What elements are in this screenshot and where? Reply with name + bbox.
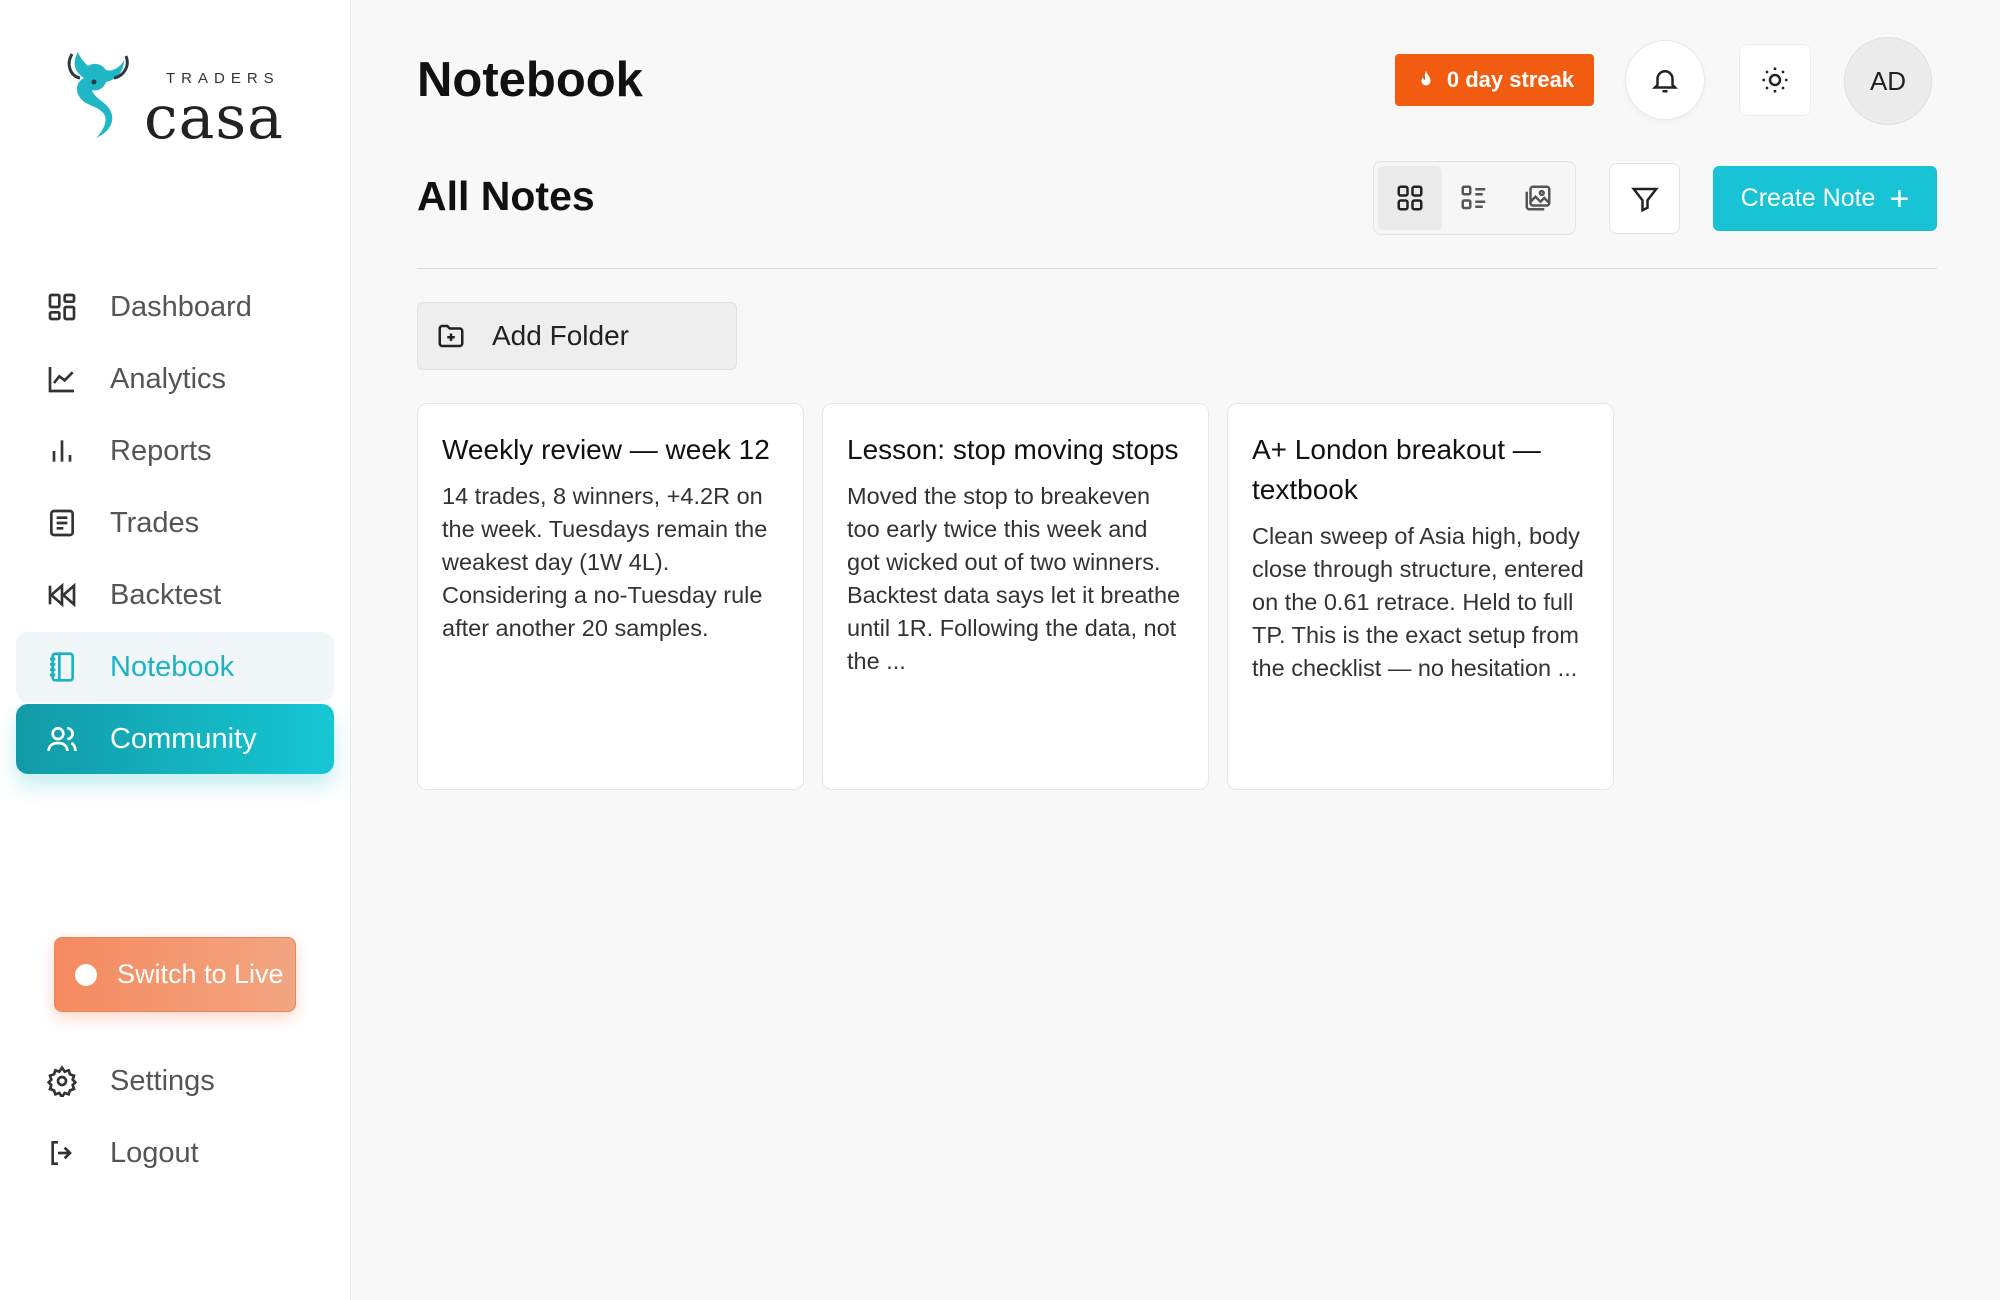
sidebar-item-label: Settings — [110, 1064, 215, 1097]
theme-toggle-button[interactable] — [1739, 44, 1811, 116]
gallery-view-button[interactable] — [1506, 166, 1570, 230]
sidebar-item-label: Logout — [110, 1136, 199, 1169]
sun-icon — [1762, 67, 1788, 93]
flame-icon — [1421, 70, 1431, 86]
page-title: Notebook — [417, 53, 643, 107]
note-card[interactable]: Weekly review — week 12 14 trades, 8 win… — [417, 403, 804, 790]
streak-badge[interactable]: 0 day streak — [1395, 54, 1594, 106]
grid-icon — [1397, 185, 1423, 211]
divider — [417, 268, 1937, 269]
avatar[interactable]: AD — [1844, 37, 1932, 125]
bar-chart-icon — [46, 435, 78, 467]
sidebar-item-community[interactable]: Community — [16, 704, 334, 774]
line-chart-icon — [46, 363, 78, 395]
sidebar: TRADERS casa Dashboard Analytics Reports — [0, 0, 351, 1300]
document-list-icon — [46, 507, 78, 539]
view-toggle — [1373, 161, 1576, 235]
sidebar-item-trades[interactable]: Trades — [16, 488, 334, 558]
create-note-label: Create Note — [1740, 184, 1876, 212]
bell-icon — [1651, 70, 1679, 93]
notebook-icon — [46, 651, 78, 683]
switch-to-live-label: Switch to Live — [117, 959, 284, 989]
note-title: A+ London breakout — textbook — [1252, 434, 1541, 505]
list-icon — [1461, 185, 1486, 210]
sidebar-item-label: Reports — [110, 434, 212, 467]
note-preview: Moved the stop to breakeven too early tw… — [847, 483, 1181, 674]
sidebar-item-label: Backtest — [110, 578, 222, 611]
sidebar-item-label: Community — [110, 722, 257, 755]
gear-icon — [46, 1065, 78, 1097]
sidebar-item-dashboard[interactable]: Dashboard — [16, 272, 334, 342]
note-card[interactable]: A+ London breakout — textbook Clean swee… — [1227, 403, 1614, 790]
brand-name: casa — [144, 83, 284, 153]
note-title: Lesson: stop moving stops — [847, 434, 1179, 465]
live-dot-icon — [75, 963, 97, 986]
sidebar-item-label: Dashboard — [110, 290, 252, 323]
folder-plus-icon — [438, 324, 464, 348]
sidebar-item-label: Analytics — [110, 362, 227, 395]
sidebar-item-reports[interactable]: Reports — [16, 416, 334, 486]
sidebar-item-settings[interactable]: Settings — [16, 1046, 334, 1116]
sidebar-item-label: Trades — [110, 506, 200, 539]
sidebar-item-notebook[interactable]: Notebook — [16, 632, 334, 702]
logout-icon — [46, 1137, 78, 1169]
sidebar-item-backtest[interactable]: Backtest — [16, 560, 334, 630]
brand-logo[interactable]: TRADERS casa — [64, 48, 294, 148]
note-preview: Clean sweep of Asia high, body close thr… — [1252, 523, 1584, 681]
plus-icon: + — [1889, 179, 1910, 218]
notifications-button[interactable] — [1625, 40, 1705, 120]
add-folder-button[interactable]: Add Folder — [417, 302, 737, 370]
sidebar-nav: Dashboard Analytics Reports Trades Backt… — [16, 272, 334, 776]
dashboard-grid-icon — [46, 291, 78, 323]
image-gallery-icon — [1525, 185, 1551, 211]
switch-to-live-button[interactable]: Switch to Live — [54, 937, 296, 1012]
filter-button[interactable] — [1609, 163, 1680, 234]
main-content: Notebook 0 day streak AD All Notes Creat… — [352, 0, 2000, 1300]
add-folder-label: Add Folder — [492, 320, 629, 351]
section-title: All Notes — [417, 173, 595, 219]
filter-icon — [1630, 187, 1659, 212]
sidebar-item-label: Notebook — [110, 650, 235, 683]
streak-label: 0 day streak — [1446, 67, 1575, 92]
grid-view-button[interactable] — [1378, 166, 1442, 230]
rewind-icon — [46, 579, 78, 611]
users-icon — [46, 723, 78, 755]
list-view-button[interactable] — [1442, 166, 1506, 230]
create-note-button[interactable]: Create Note + — [1713, 166, 1937, 231]
note-card[interactable]: Lesson: stop moving stops Moved the stop… — [822, 403, 1209, 790]
note-preview: 14 trades, 8 winners, +4.2R on the week.… — [442, 483, 768, 641]
sidebar-item-analytics[interactable]: Analytics — [16, 344, 334, 414]
bull-logo-icon — [67, 52, 129, 138]
sidebar-item-logout[interactable]: Logout — [16, 1118, 334, 1188]
sidebar-bottom-nav: Settings Logout — [16, 1046, 334, 1190]
note-title: Weekly review — week 12 — [442, 434, 770, 465]
